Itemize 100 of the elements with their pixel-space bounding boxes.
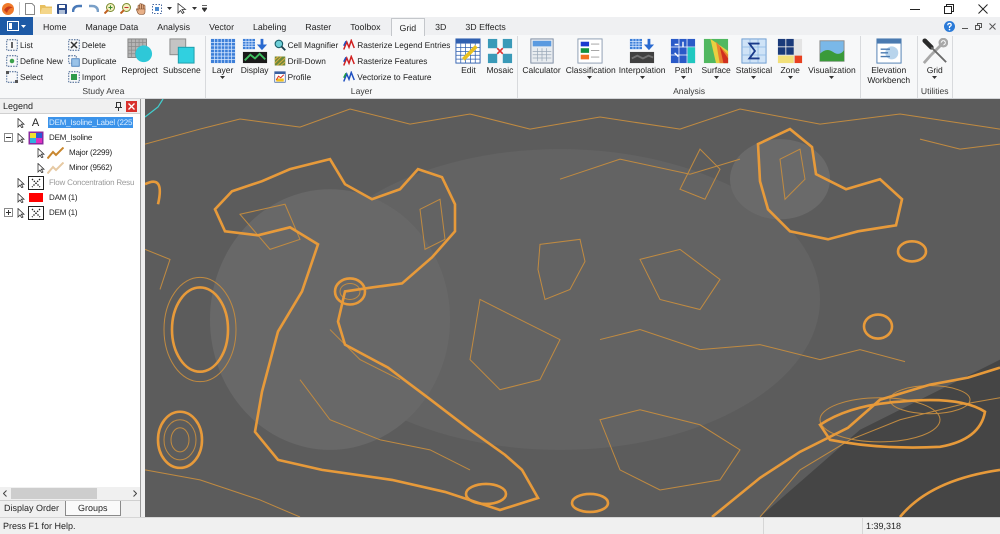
app-menu-button[interactable] [0, 17, 33, 35]
expand-icon[interactable] [4, 208, 13, 217]
layer-name[interactable]: Minor (9562) [68, 162, 113, 173]
dotted-square-icon[interactable] [152, 4, 162, 14]
customize-caret-icon[interactable] [202, 5, 207, 12]
zone-grid-icon[interactable] [777, 38, 804, 64]
color-legend-icon[interactable] [576, 38, 603, 64]
ribbon-tab[interactable]: Grid [390, 18, 426, 36]
magnifier-icon[interactable] [274, 39, 286, 51]
frame-cross-icon[interactable] [68, 39, 80, 51]
restore-icon[interactable] [975, 22, 982, 30]
ribbon-tab[interactable]: Vector [200, 17, 244, 35]
ribbon-button[interactable]: Interpolation [618, 36, 666, 79]
close-icon[interactable] [989, 22, 996, 30]
ribbon-tab[interactable]: 3D [426, 17, 456, 35]
caret-icon[interactable] [167, 7, 172, 10]
ribbon-button[interactable]: List [5, 37, 64, 53]
ribbon-button[interactable]: Vectorize to Feature [342, 69, 452, 85]
ribbon-button[interactable]: Mosaic [485, 36, 514, 75]
pin-icon[interactable] [115, 102, 122, 110]
ribbon-tab[interactable]: Labeling [244, 17, 296, 35]
layer-name[interactable]: DEM_Isoline [48, 132, 94, 143]
ribbon-tab[interactable]: Home [34, 17, 76, 35]
caret-icon[interactable] [220, 76, 226, 79]
ribbon-tab[interactable]: Manage Data [76, 17, 148, 35]
striped-grid-icon[interactable] [274, 55, 286, 67]
ribbon-tab[interactable]: Raster [296, 17, 340, 35]
close-button[interactable] [126, 100, 137, 112]
layer-name[interactable]: DEM (1) [48, 207, 78, 218]
ribbon-button[interactable]: Drill-Down [272, 53, 340, 69]
ribbon-button[interactable]: Surface [700, 36, 732, 79]
zigzag-line-icon[interactable] [343, 71, 356, 83]
window-icon[interactable] [876, 38, 902, 64]
caret-icon[interactable] [751, 76, 756, 79]
chevron-left-icon[interactable] [3, 490, 7, 497]
ribbon-button[interactable]: Duplicate [66, 53, 118, 69]
logo-icon[interactable] [2, 2, 14, 14]
ribbon-button[interactable]: Rasterize Features [342, 53, 452, 69]
close-icon[interactable] [978, 4, 988, 14]
ribbon-button[interactable]: Visualization [807, 36, 857, 79]
ribbon-button[interactable]: Select [5, 69, 64, 85]
caret-icon[interactable] [680, 76, 686, 79]
grid-pencil-icon[interactable] [455, 38, 482, 64]
ribbon-button[interactable]: Calculator [521, 36, 562, 75]
ribbon-button[interactable]: Subscene [162, 36, 202, 75]
caret-icon[interactable] [932, 76, 938, 79]
zoom-out-icon[interactable] [120, 3, 131, 14]
ribbon-button[interactable]: Reproject [120, 36, 159, 75]
ribbon-button[interactable]: Zone [776, 36, 804, 79]
grid-circle-icon[interactable] [126, 38, 153, 64]
panel-tab[interactable]: Groups [65, 501, 121, 516]
zigzag-line-icon[interactable] [343, 55, 356, 67]
stacked-frames-icon[interactable] [68, 55, 80, 67]
dashed-frame-icon[interactable] [6, 71, 18, 83]
new-document-icon[interactable] [25, 2, 35, 14]
grid-arrow-icon[interactable] [629, 38, 656, 64]
ribbon-button[interactable]: Profile [272, 69, 340, 85]
caret-icon[interactable] [587, 76, 592, 79]
grid-icon[interactable] [670, 38, 696, 64]
overlapping-squares-icon[interactable] [168, 38, 195, 64]
four-squares-icon[interactable] [486, 38, 513, 64]
dashed-frame-icon[interactable] [6, 39, 18, 51]
scrollbar-thumb[interactable] [11, 488, 97, 499]
ribbon-button[interactable]: Grid [920, 36, 949, 79]
sigma-icon[interactable] [740, 38, 767, 64]
ribbon-button[interactable]: Display [240, 36, 270, 75]
zigzag-line-icon[interactable] [343, 39, 356, 51]
caret-icon[interactable] [192, 7, 197, 10]
caret-icon[interactable] [829, 76, 834, 79]
layer-name[interactable]: DAM (1) [48, 192, 78, 203]
caret-icon[interactable] [788, 76, 793, 79]
ribbon-button[interactable]: Edit [454, 36, 482, 75]
layer-name[interactable]: Major (2299) [68, 147, 113, 158]
restore-icon[interactable] [944, 4, 954, 14]
ribbon-button[interactable]: Delete [66, 37, 118, 53]
save-icon[interactable] [57, 4, 67, 14]
ribbon-button[interactable]: Statistical [734, 36, 774, 79]
grid-arrow-icon[interactable] [242, 38, 268, 64]
frame-square-icon[interactable] [68, 71, 80, 83]
pointer-icon[interactable] [177, 3, 187, 14]
collapse-icon[interactable] [4, 133, 13, 142]
undo-icon[interactable] [72, 4, 83, 13]
ribbon-button[interactable]: Layer [208, 36, 237, 79]
ribbon-button[interactable]: Define New [5, 53, 64, 69]
help-icon[interactable] [944, 20, 955, 32]
ribbon-tab[interactable]: Analysis [148, 17, 200, 35]
tools-icon[interactable] [922, 38, 948, 64]
hand-icon[interactable] [136, 2, 147, 14]
caret-icon[interactable] [640, 76, 645, 79]
grid-icon[interactable] [210, 38, 236, 64]
ribbon-button[interactable]: Import [66, 69, 118, 85]
ribbon-tab[interactable]: Toolbox [341, 17, 390, 35]
heatmap-icon[interactable] [703, 38, 730, 64]
zoom-in-icon[interactable] [104, 3, 115, 14]
calculator-icon[interactable] [528, 38, 555, 64]
landscape-icon[interactable] [818, 38, 845, 64]
ribbon-button[interactable]: Elevation Workbench [864, 36, 914, 85]
ribbon-button[interactable]: Rasterize Legend Entries [342, 37, 452, 53]
ribbon-button[interactable]: Classification [564, 36, 615, 79]
ribbon-button[interactable]: Path [669, 36, 698, 79]
